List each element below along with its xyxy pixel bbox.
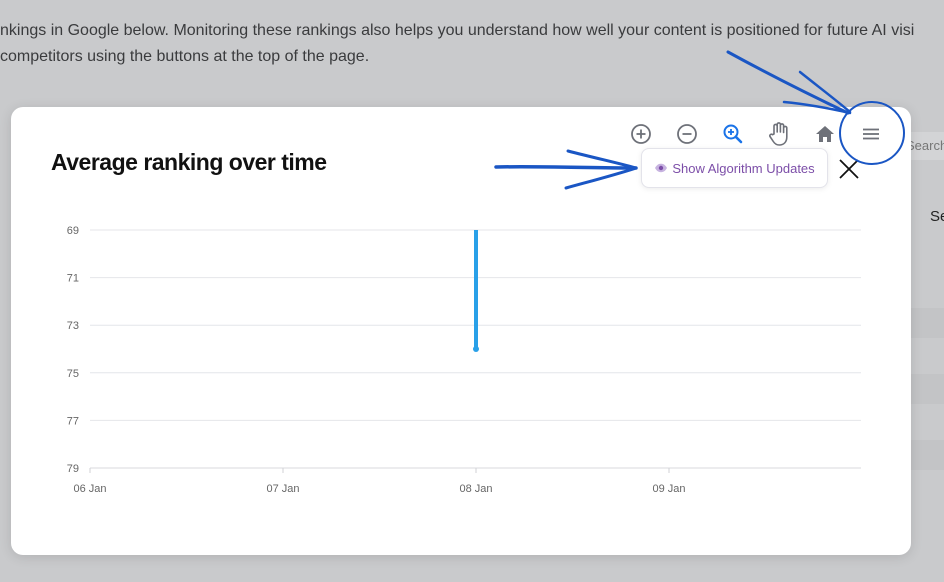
annotation-arrow-to-menu [726,50,850,115]
x-tick-label: 09 Jan [652,483,685,495]
reset-zoom-button[interactable] [811,120,839,148]
zoom-selection-icon [723,124,743,144]
x-tick-label: 07 Jan [266,483,299,495]
chart-menu-button[interactable] [857,120,885,148]
eye-icon [655,163,668,173]
annotation-arrow-to-menu [798,70,852,114]
table-row-stripe [911,374,944,404]
intro-text-line-2: competitors using the buttons at the top… [0,48,370,65]
pan-hand-icon [769,122,788,146]
algorithm-updates-label: Show Algorithm Updates [672,160,815,176]
show-algorithm-updates-button[interactable]: Show Algorithm Updates [641,148,828,188]
reset-home-icon [816,126,834,142]
intro-text-line-1: nkings in Google below. Monitoring these… [0,22,915,39]
series-point [473,346,479,352]
menu-icon [863,128,879,140]
x-tick-label: 08 Jan [459,483,492,495]
zoom-out-icon [677,124,697,144]
zoom-in-icon [631,124,651,144]
table-row-stripe [911,308,944,338]
y-tick-label: 73 [67,320,79,332]
zoom-selection-button[interactable] [719,120,747,148]
zoom-in-button[interactable] [627,120,655,148]
zoom-out-button[interactable] [673,120,701,148]
pan-button[interactable] [766,120,794,148]
close-icon [839,159,859,179]
y-tick-label: 79 [67,463,79,475]
y-tick-label: 77 [67,415,79,427]
y-tick-label: 71 [67,273,79,285]
side-label-partial: Se [930,208,944,225]
y-tick-label: 69 [67,225,79,237]
y-tick-label: 75 [67,368,79,380]
x-tick-label: 06 Jan [73,483,106,495]
ranking-chart-modal: Average ranking over time 69 71 73 75 77 79 06… [11,107,911,555]
close-modal-button[interactable] [835,155,863,183]
table-row-stripe [911,440,944,470]
